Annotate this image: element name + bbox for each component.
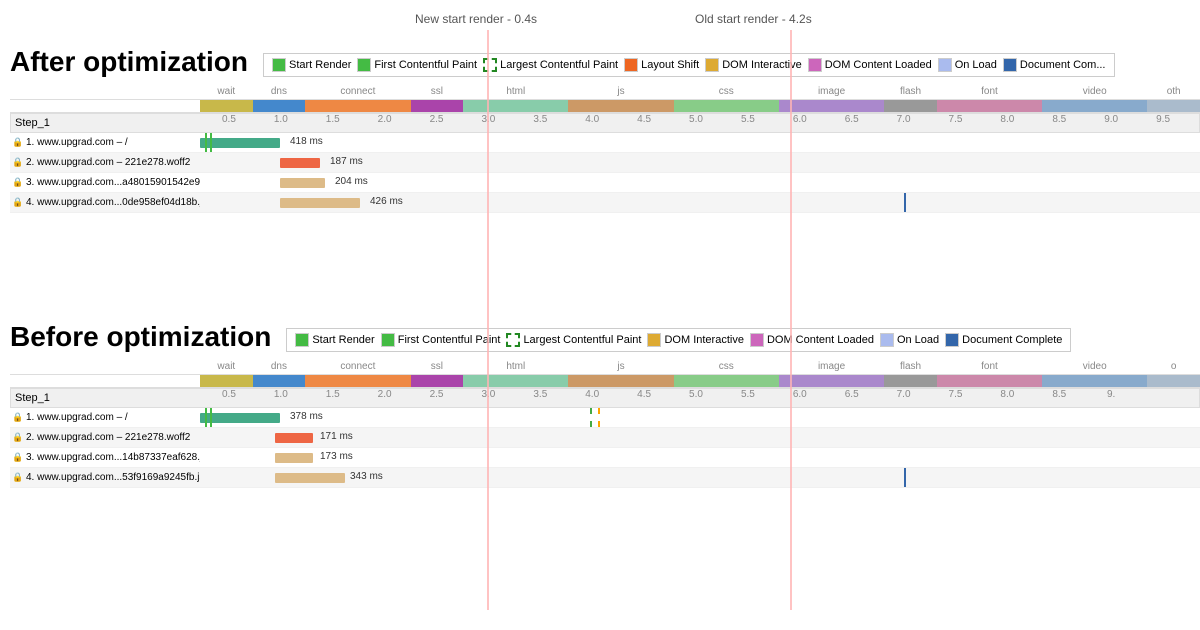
before-legend-start-render: Start Render	[295, 333, 374, 347]
legend-layout-shift: Layout Shift	[624, 58, 699, 72]
after-step-header: Step_1 0.5 1.0 1.5 2.0 2.5 3.0 3.5 4.0 4…	[10, 113, 1200, 133]
after-row-1: 🔒 1. www.upgrad.com – / 418 ms	[10, 133, 1200, 153]
before-section-header: Before optimization Start Render First C…	[0, 315, 1200, 359]
after-row-1-name: 🔒 1. www.upgrad.com – /	[10, 137, 200, 148]
after-legend: Start Render First Contentful Paint Larg…	[263, 53, 1115, 77]
new-render-label: New start render - 0.4s	[415, 12, 537, 26]
before-section: Before optimization Start Render First C…	[0, 315, 1200, 488]
legend-lcp: Largest Contentful Paint	[483, 58, 618, 72]
legend-dom-content-loaded: DOM Content Loaded	[808, 58, 932, 72]
before-legend-lcp: Largest Contentful Paint	[506, 333, 641, 347]
before-col-headers: wait dns connect ssl html js css image f…	[10, 359, 1200, 375]
legend-dom-interactive: DOM Interactive	[705, 58, 801, 72]
before-waterfall: Step_1 0.5 1.0 1.5 2.0 2.5 3.0 3.5 4.0 4…	[10, 388, 1200, 488]
legend-doc-complete: Document Com...	[1003, 58, 1106, 72]
before-row-3: 🔒 3. www.upgrad.com...14b87337eaf628.js …	[10, 448, 1200, 468]
before-color-band	[10, 375, 1200, 388]
legend-start-render: Start Render	[272, 58, 351, 72]
before-title: Before optimization	[10, 320, 271, 354]
before-legend-doc-complete: Document Complete	[945, 333, 1062, 347]
before-legend: Start Render First Contentful Paint Larg…	[286, 328, 1071, 352]
old-render-vline	[790, 30, 792, 610]
legend-fcp: First Contentful Paint	[357, 58, 477, 72]
old-render-label: Old start render - 4.2s	[695, 12, 812, 26]
before-row-1: 🔒 1. www.upgrad.com – / 378 ms	[10, 408, 1200, 428]
before-row-2: 🔒 2. www.upgrad.com – 221e278.woff2 171 …	[10, 428, 1200, 448]
after-section-header: After optimization Start Render First Co…	[0, 40, 1200, 84]
after-title: After optimization	[10, 45, 248, 79]
before-step-header: Step_1 0.5 1.0 1.5 2.0 2.5 3.0 3.5 4.0 4…	[10, 388, 1200, 408]
new-render-vline	[487, 30, 489, 610]
before-legend-dcl: DOM Content Loaded	[750, 333, 874, 347]
after-color-band	[10, 100, 1200, 113]
after-section: After optimization Start Render First Co…	[0, 40, 1200, 213]
before-row-4: 🔒 4. www.upgrad.com...53f9169a9245fb.js …	[10, 468, 1200, 488]
after-row-2: 🔒 2. www.upgrad.com – 221e278.woff2 187 …	[10, 153, 1200, 173]
before-legend-dom-int: DOM Interactive	[647, 333, 743, 347]
after-col-headers: wait dns connect ssl html js css image f…	[10, 84, 1200, 100]
after-row-3: 🔒 3. www.upgrad.com...a48015901542e9.js …	[10, 173, 1200, 193]
after-row-4: 🔒 4. www.upgrad.com...0de958ef04d18b.js …	[10, 193, 1200, 213]
legend-on-load: On Load	[938, 58, 997, 72]
before-legend-fcp: First Contentful Paint	[381, 333, 501, 347]
after-waterfall: Step_1 0.5 1.0 1.5 2.0 2.5 3.0 3.5 4.0 4…	[10, 113, 1200, 213]
before-legend-onload: On Load	[880, 333, 939, 347]
